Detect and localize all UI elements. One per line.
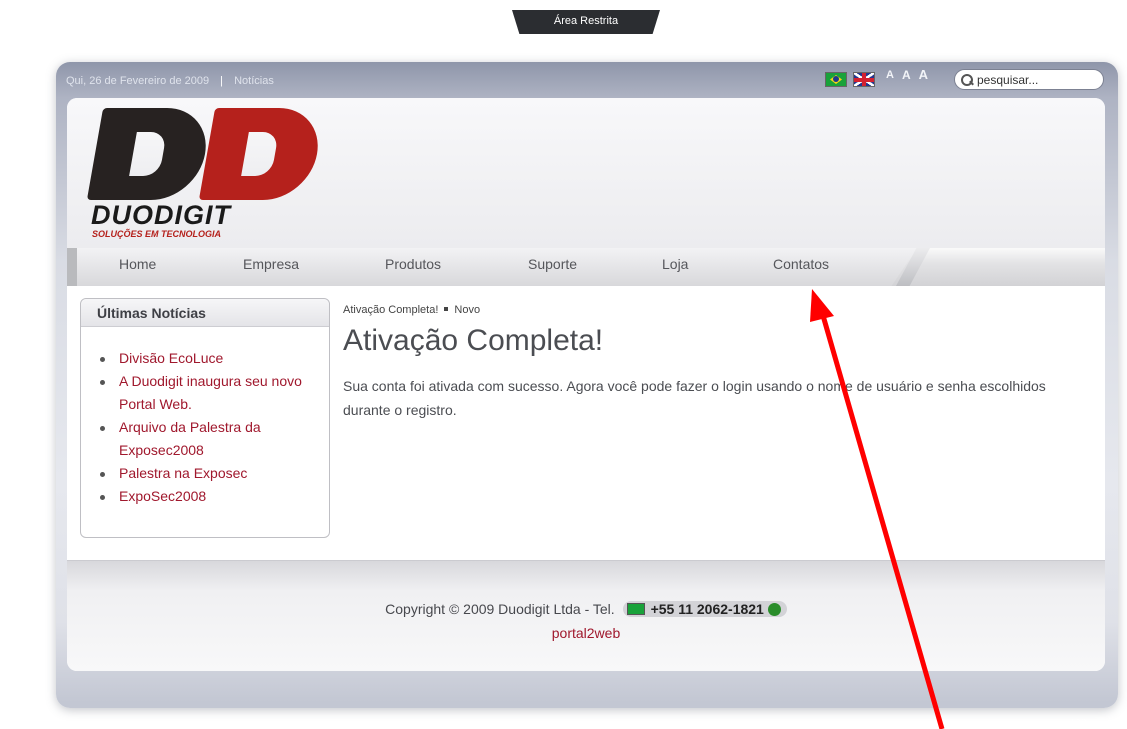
topbar-separator: | bbox=[220, 75, 224, 87]
nav-item-suporte[interactable]: Suporte bbox=[528, 256, 577, 272]
phone-icon bbox=[767, 603, 781, 616]
brazil-flag-icon[interactable] bbox=[825, 72, 847, 87]
back-to-top-link[interactable]: TOP bbox=[1070, 718, 1086, 727]
site-header: DUODIGIT SOLUÇÕES EM TECNOLOGIA bbox=[67, 98, 1105, 248]
activation-message: Sua conta foi ativada com sucesso. Agora… bbox=[343, 378, 1046, 418]
breadcrumb: Ativação Completa! Novo bbox=[343, 304, 480, 316]
breadcrumb-item-current: Ativação Completa! bbox=[343, 304, 439, 316]
news-link[interactable]: Notícias bbox=[234, 75, 274, 87]
logo-letter-d-red bbox=[198, 108, 326, 200]
main-navigation: Home Empresa Produtos Suporte Loja Conta… bbox=[67, 248, 1105, 286]
brazil-flag-icon bbox=[626, 603, 645, 615]
copyright-text: Copyright © 2009 Duodigit Ltda - Tel. bbox=[385, 601, 615, 617]
phone-badge: +55 11 2062-1821 bbox=[622, 601, 787, 617]
main-panel: DUODIGIT SOLUÇÕES EM TECNOLOGIA Home Emp… bbox=[67, 98, 1105, 671]
copyright-line: Copyright © 2009 Duodigit Ltda - Tel. +5… bbox=[67, 601, 1105, 617]
search-box bbox=[954, 69, 1104, 90]
top-bar: Qui, 26 de Fevereiro de 2009 | Notícias … bbox=[66, 68, 1112, 94]
nav-item-contatos[interactable]: Contatos bbox=[773, 256, 829, 272]
language-flags bbox=[825, 72, 875, 87]
nav-left-cap bbox=[67, 248, 77, 286]
news-item[interactable]: Palestra na Exposec bbox=[100, 462, 319, 485]
restricted-area-tab[interactable]: Área Restrita bbox=[512, 10, 660, 34]
news-item[interactable]: Arquivo da Palestra da Exposec2008 bbox=[100, 416, 319, 462]
font-size-controls: A A A bbox=[886, 68, 928, 83]
nav-item-empresa[interactable]: Empresa bbox=[243, 256, 299, 272]
news-item[interactable]: Divisão EcoLuce bbox=[100, 347, 319, 370]
latest-news-box: Últimas Notícias Divisão EcoLuce A Duodi… bbox=[80, 298, 330, 538]
logo-letter-d-dark bbox=[86, 108, 214, 200]
site-footer: Copyright © 2009 Duodigit Ltda - Tel. +5… bbox=[67, 560, 1105, 671]
font-size-medium-button[interactable]: A bbox=[902, 68, 911, 82]
nav-item-home[interactable]: Home bbox=[119, 256, 156, 272]
news-item[interactable]: A Duodigit inaugura seu novo Portal Web. bbox=[100, 370, 319, 416]
duodigit-logo[interactable]: DUODIGIT SOLUÇÕES EM TECNOLOGIA bbox=[86, 108, 327, 239]
uk-flag-icon[interactable] bbox=[853, 72, 875, 87]
search-input[interactable] bbox=[977, 72, 1087, 87]
logo-brand-text: DUODIGIT bbox=[91, 200, 231, 230]
nav-item-produtos[interactable]: Produtos bbox=[385, 256, 441, 272]
font-size-small-button[interactable]: A bbox=[886, 68, 894, 82]
logo-tagline: SOLUÇÕES EM TECNOLOGIA bbox=[92, 229, 222, 239]
current-date: Qui, 26 de Fevereiro de 2009 bbox=[66, 75, 210, 87]
search-icon[interactable] bbox=[961, 73, 973, 86]
news-item[interactable]: ExpoSec2008 bbox=[100, 485, 319, 508]
page-title: Ativação Completa! bbox=[343, 324, 604, 357]
latest-news-list: Divisão EcoLuce A Duodigit inaugura seu … bbox=[81, 327, 329, 508]
breadcrumb-separator-icon bbox=[444, 307, 449, 311]
nav-item-loja[interactable]: Loja bbox=[662, 256, 688, 272]
phone-number: +55 11 2062-1821 bbox=[650, 601, 764, 617]
portal2web-link[interactable]: portal2web bbox=[67, 625, 1105, 641]
breadcrumb-item-novo[interactable]: Novo bbox=[454, 304, 480, 316]
latest-news-title: Últimas Notícias bbox=[81, 299, 329, 327]
date-and-news: Qui, 26 de Fevereiro de 2009 | Notícias bbox=[66, 68, 274, 94]
font-size-large-button[interactable]: A bbox=[919, 68, 928, 82]
